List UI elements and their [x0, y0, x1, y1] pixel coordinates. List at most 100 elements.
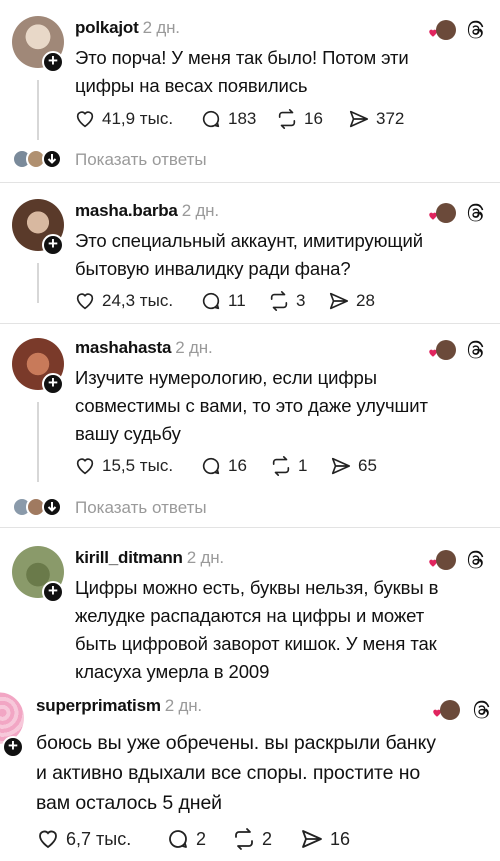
action-bar: 15,5 тыс. 16 1 65 [74, 454, 474, 478]
show-replies[interactable]: Показать ответы [12, 149, 252, 173]
show-replies-label[interactable]: Показать ответы [75, 497, 207, 519]
threads-logo-icon[interactable] [472, 700, 492, 720]
share-button[interactable]: 372 [348, 107, 404, 131]
chevron-down-icon [42, 497, 62, 517]
username[interactable]: superprimatism 2 дн. [36, 696, 202, 716]
heart-outline-icon [39, 830, 57, 849]
comment-mashahasta: + mashahasta 2 дн. Изучите нумерологию, е… [0, 324, 500, 524]
like-count: 6,7 тыс. [66, 828, 132, 849]
author-avatar [436, 340, 456, 360]
username[interactable]: polkajot 2 дн. [75, 18, 180, 38]
comment-text: Это специальный аккаунт, имитирующий быт… [75, 230, 424, 279]
comment-superprimatism: + superprimatism 2 дн. боюсь вы уже обреч… [0, 690, 500, 861]
liked-by-author [428, 201, 488, 225]
author-avatar [436, 550, 456, 570]
comment-button[interactable]: 2 [166, 827, 206, 851]
share-button[interactable]: 28 [328, 289, 375, 313]
thread-line [37, 402, 39, 482]
like-count: 15,5 тыс. [102, 456, 174, 475]
like-button[interactable]: 24,3 тыс. [74, 289, 173, 313]
follow-plus-icon[interactable]: + [42, 234, 64, 256]
timestamp: 2 дн. [186, 548, 224, 567]
threads-logo-icon[interactable] [466, 20, 486, 40]
show-replies[interactable]: Показать ответы [12, 497, 252, 521]
username[interactable]: kirill_ditmann 2 дн. [75, 548, 224, 568]
author-avatar [440, 700, 460, 720]
repost-icon [278, 109, 296, 129]
like-button[interactable]: 15,5 тыс. [74, 454, 173, 478]
comment-count: 183 [228, 109, 257, 128]
share-count: 16 [330, 828, 351, 849]
thread-line [37, 263, 39, 303]
comment-icon [202, 292, 220, 310]
like-button[interactable]: 6,7 тыс. [36, 827, 131, 851]
threads-logo-icon[interactable] [466, 340, 486, 360]
follow-plus-icon[interactable]: + [42, 581, 64, 603]
author-avatar [436, 20, 456, 40]
action-bar: 41,9 тыс. 183 16 372 [74, 107, 474, 131]
username[interactable]: masha.barba 2 дн. [75, 201, 219, 221]
liked-by-author [428, 18, 488, 42]
send-icon [349, 110, 369, 128]
comment-button[interactable]: 183 [200, 107, 256, 131]
comment-text: Это порча! У меня так было! Потом эти ци… [75, 47, 409, 96]
liked-by-author [432, 698, 492, 722]
repost-button[interactable]: 3 [268, 289, 305, 313]
comment-button[interactable]: 16 [200, 454, 247, 478]
comment-icon [202, 457, 220, 475]
heart-outline-icon [76, 458, 94, 475]
timestamp: 2 дн. [175, 338, 213, 357]
username[interactable]: mashahasta 2 дн. [75, 338, 213, 358]
send-icon [302, 830, 322, 848]
like-count: 41,9 тыс. [102, 109, 174, 128]
liked-by-author [428, 338, 488, 362]
action-bar: 24,3 тыс. 11 3 28 [74, 289, 474, 313]
comment-text: Изучите нумерологию, если цифры совмести… [75, 367, 428, 444]
send-icon [331, 457, 351, 475]
follow-plus-icon[interactable]: + [42, 51, 64, 73]
like-button[interactable]: 41,9 тыс. [74, 107, 173, 131]
comment-icon [202, 110, 220, 128]
repost-count: 16 [304, 109, 323, 128]
comment-polkajot: + polkajot 2 дн. Это порча! У меня так бы… [0, 0, 500, 182]
comment-kirill-ditmann: + kirill_ditmann 2 дн. Цифры можно есть, … [0, 528, 500, 688]
comment-masha-barba: + masha.barba 2 дн. Это специальный аккау… [0, 183, 500, 323]
timestamp: 2 дн. [181, 201, 219, 220]
comment-count: 16 [228, 456, 247, 475]
follow-plus-icon[interactable]: + [42, 373, 64, 395]
timestamp: 2 дн. [164, 696, 202, 715]
repost-button[interactable]: 2 [232, 827, 272, 851]
follow-plus-icon[interactable]: + [2, 736, 24, 758]
repost-icon [270, 291, 288, 311]
like-count: 24,3 тыс. [102, 291, 174, 310]
show-replies-label[interactable]: Показать ответы [75, 149, 207, 171]
repost-icon [272, 456, 290, 476]
share-count: 28 [356, 291, 375, 310]
repost-icon [235, 828, 253, 850]
liked-by-author [428, 548, 488, 572]
share-count: 65 [358, 456, 377, 475]
comment-text: Цифры можно есть, буквы нельзя, буквы в … [75, 577, 439, 682]
action-bar: 6,7 тыс. 2 2 16 [36, 827, 456, 851]
author-avatar [436, 203, 456, 223]
repost-button[interactable]: 16 [276, 107, 323, 131]
threads-logo-icon[interactable] [466, 550, 486, 570]
repost-count: 3 [296, 291, 306, 310]
share-button[interactable]: 16 [300, 827, 350, 851]
heart-outline-icon [76, 111, 94, 128]
comment-icon [169, 830, 187, 848]
timestamp: 2 дн. [142, 18, 180, 37]
send-icon [329, 292, 349, 310]
chevron-down-icon [42, 149, 62, 169]
repost-count: 2 [262, 828, 273, 849]
comment-count: 11 [228, 291, 246, 310]
threads-logo-icon[interactable] [466, 203, 486, 223]
comment-count: 2 [196, 828, 207, 849]
thread-line [37, 80, 39, 140]
share-button[interactable]: 65 [330, 454, 377, 478]
repost-button[interactable]: 1 [270, 454, 307, 478]
comment-button[interactable]: 11 [200, 289, 246, 313]
repost-count: 1 [298, 456, 308, 475]
heart-outline-icon [76, 293, 94, 310]
share-count: 372 [376, 109, 405, 128]
